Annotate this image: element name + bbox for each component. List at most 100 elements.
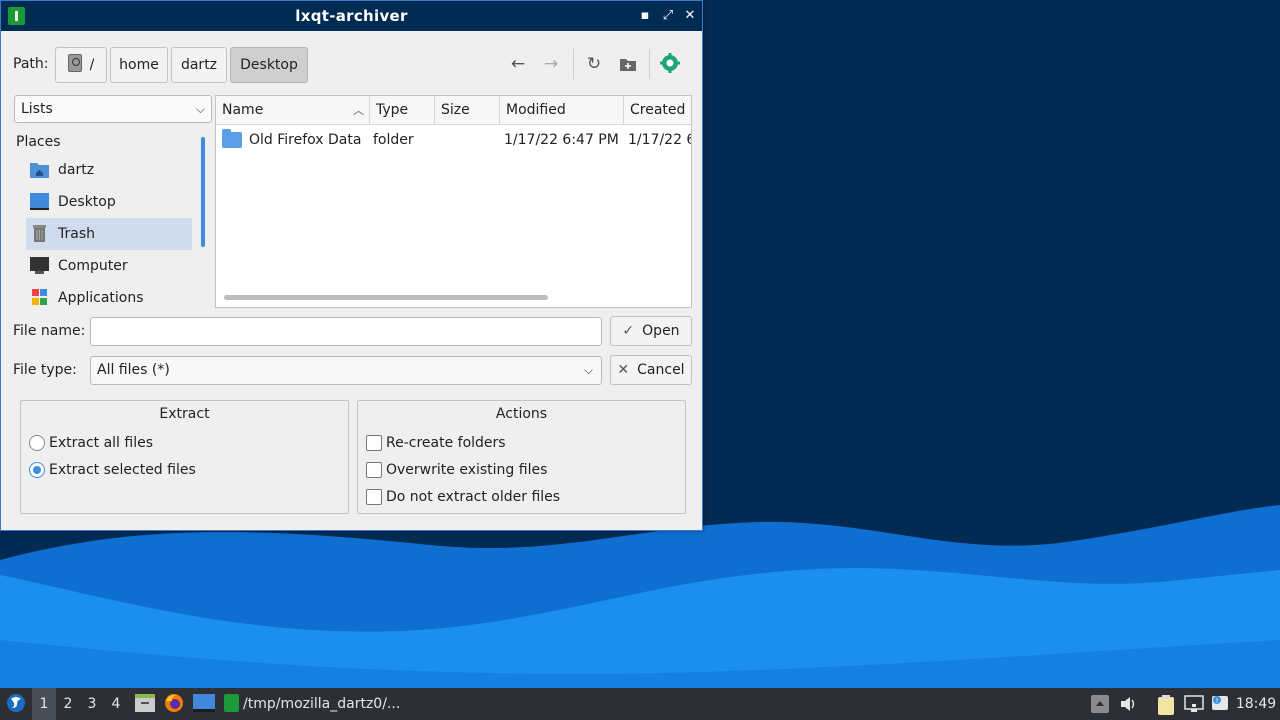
sort-up-icon: ︿	[353, 104, 364, 117]
extract-selected-label: Extract selected files	[49, 462, 196, 478]
trash-icon	[33, 225, 46, 242]
checkbox[interactable]	[366, 435, 382, 451]
horizontal-scrollbar[interactable]	[224, 295, 548, 300]
task-label: /tmp/mozilla_dartz0/...	[243, 696, 401, 712]
volume-icon[interactable]	[1119, 695, 1137, 713]
row-created: 1/17/22 6	[628, 132, 692, 148]
crumb-root-label: /	[89, 57, 95, 73]
minimize-button[interactable]: ▪	[636, 6, 654, 26]
side-panel-mode-select[interactable]: Lists ⌵	[14, 95, 212, 123]
row-name: Old Firefox Data	[249, 132, 362, 148]
actions-group: Actions Re-create folders Overwrite exis…	[357, 400, 686, 514]
maximize-button[interactable]: ⤢	[659, 6, 677, 26]
chevron-down-icon: ⌵	[195, 102, 205, 116]
checkbox[interactable]	[366, 462, 382, 478]
column-header-name[interactable]: Name ︿	[216, 96, 370, 125]
desktop-icon	[193, 694, 215, 712]
no-older-files-checkbox[interactable]: Do not extract older files	[366, 488, 560, 506]
main-menu-button[interactable]	[2, 688, 30, 720]
recreate-folders-label: Re-create folders	[386, 435, 506, 451]
column-header-modified[interactable]: Modified	[500, 96, 624, 125]
tray-expand-icon[interactable]	[1091, 695, 1109, 713]
desktop-switch-3[interactable]: 3	[80, 688, 104, 720]
clock[interactable]: 18:49	[1234, 688, 1278, 720]
cancel-button[interactable]: ✕ Cancel	[610, 355, 692, 385]
column-header-type[interactable]: Type	[370, 96, 435, 125]
radio-button-selected[interactable]	[29, 462, 45, 478]
archiver-app-icon[interactable]	[657, 51, 683, 77]
notification-icon[interactable]: !	[1211, 695, 1229, 713]
side-panel-mode-value: Lists	[21, 101, 53, 117]
places-panel: Places dartz Desktop Trash Computer Appl…	[14, 129, 212, 309]
cancel-button-label: Cancel	[637, 362, 685, 378]
row-modified: 1/17/22 6:47 PM	[504, 132, 619, 148]
title-bar[interactable]: lxqt-archiver ▪ ⤢ ✕	[1, 1, 702, 31]
radio-button[interactable]	[29, 435, 45, 451]
place-computer[interactable]: Computer	[26, 250, 192, 282]
file-name-input[interactable]	[90, 317, 602, 346]
place-desktop[interactable]: Desktop	[26, 186, 192, 218]
firefox-launcher[interactable]	[162, 688, 186, 720]
extract-selected-radio[interactable]: Extract selected files	[29, 461, 196, 479]
overwrite-existing-label: Overwrite existing files	[386, 462, 548, 478]
file-manager-launcher[interactable]	[133, 688, 157, 720]
show-desktop-button[interactable]	[191, 688, 217, 720]
extract-all-radio[interactable]: Extract all files	[29, 434, 153, 452]
place-applications[interactable]: Applications	[26, 282, 192, 314]
reload-icon[interactable]: ↻	[581, 51, 607, 77]
overwrite-existing-checkbox[interactable]: Overwrite existing files	[366, 461, 547, 479]
extract-group: Extract Extract all files Extract select…	[20, 400, 349, 514]
crumb-dartz[interactable]: dartz	[171, 47, 227, 83]
path-label: Path:	[13, 56, 49, 72]
new-folder-icon[interactable]	[615, 51, 641, 77]
desktop-switch-2[interactable]: 2	[56, 688, 80, 720]
desktop-switch-4[interactable]: 4	[104, 688, 128, 720]
folder-icon	[222, 129, 242, 148]
column-header-created[interactable]: Created	[624, 96, 691, 125]
place-label: Computer	[58, 258, 128, 274]
place-label: Trash	[58, 226, 95, 242]
arrow-left-icon[interactable]: ←	[505, 51, 531, 77]
column-header-size[interactable]: Size	[435, 96, 500, 125]
column-name-label: Name	[222, 102, 264, 118]
place-trash[interactable]: Trash	[26, 218, 192, 250]
checkbox[interactable]	[366, 489, 382, 505]
firefox-icon	[165, 694, 183, 712]
svg-text:!: !	[1216, 697, 1219, 705]
archiver-icon	[224, 694, 239, 712]
file-name-label: File name:	[13, 323, 86, 339]
drive-icon	[67, 54, 82, 72]
window-title: lxqt-archiver	[295, 7, 408, 25]
place-dartz[interactable]: dartz	[26, 154, 192, 186]
actions-group-title: Actions	[495, 406, 548, 422]
place-label: Desktop	[58, 194, 116, 210]
crumb-desktop[interactable]: Desktop	[230, 47, 308, 83]
place-label: dartz	[58, 162, 95, 178]
home-folder-icon	[30, 163, 49, 178]
extract-group-title: Extract	[159, 406, 210, 422]
file-type-select[interactable]: All files (*) ⌵	[90, 356, 602, 385]
lxqt-logo-icon	[7, 694, 25, 712]
toolbar-separator-2	[649, 49, 650, 79]
close-button[interactable]: ✕	[681, 6, 699, 26]
open-button[interactable]: ✓ Open	[610, 316, 692, 346]
place-label: Applications	[58, 290, 144, 306]
file-type-label: File type:	[13, 362, 77, 378]
crumb-home[interactable]: home	[110, 47, 168, 83]
applications-icon	[32, 289, 47, 305]
toolbar-separator	[573, 49, 574, 79]
recreate-folders-checkbox[interactable]: Re-create folders	[366, 434, 506, 452]
desktop-switch-1[interactable]: 1	[32, 688, 56, 720]
crumb-root[interactable]: /	[55, 47, 107, 83]
places-header: Places	[16, 134, 61, 150]
places-scrollbar[interactable]	[201, 137, 205, 247]
network-icon[interactable]	[1184, 695, 1204, 713]
file-list: Name ︿ Type Size Modified Created Old Fi…	[215, 95, 692, 308]
file-manager-icon	[135, 694, 155, 712]
file-type-value: All files (*)	[97, 362, 170, 378]
clipboard-icon[interactable]	[1157, 695, 1175, 715]
arrow-right-icon[interactable]: →	[538, 51, 564, 77]
task-button-archiver[interactable]: /tmp/mozilla_dartz0/...	[224, 688, 416, 720]
desktop-icon	[30, 193, 49, 210]
computer-icon	[30, 257, 49, 274]
